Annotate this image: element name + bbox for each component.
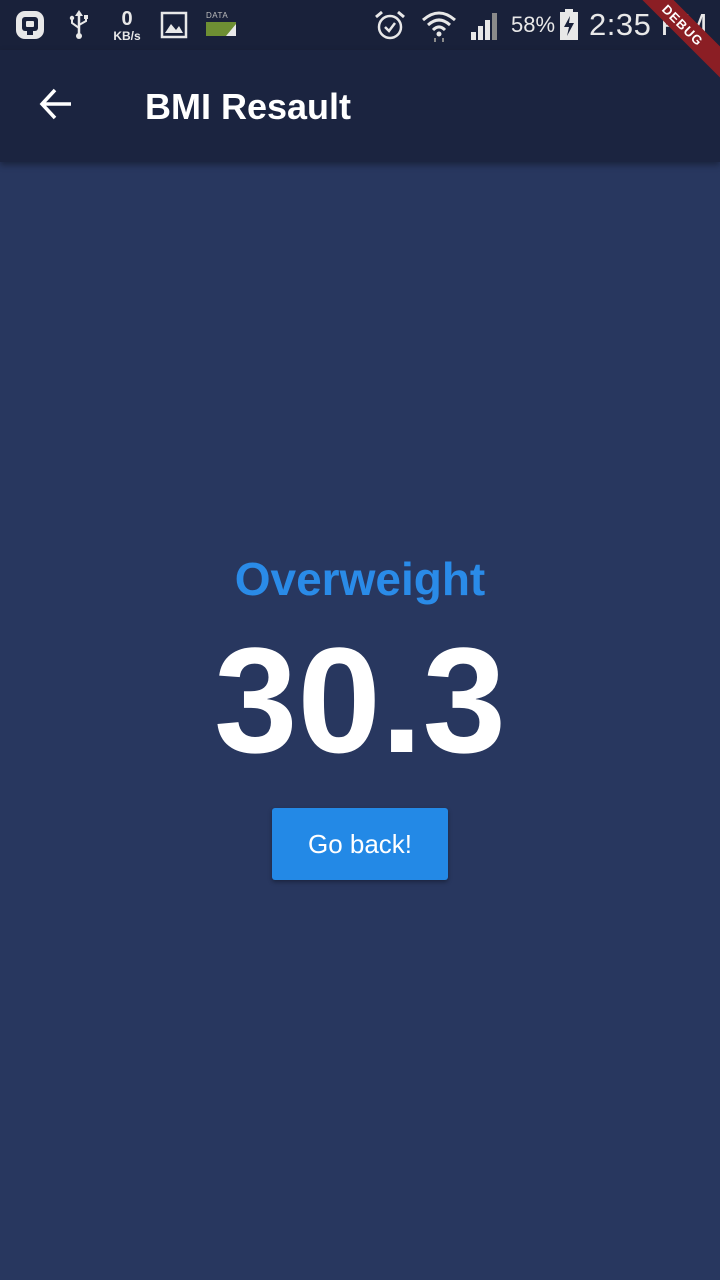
bmi-value: 30.3 bbox=[214, 616, 506, 784]
data-label: DATA bbox=[206, 11, 229, 20]
network-speed-unit: KB/s bbox=[113, 28, 141, 43]
app-bar: BMI Resault bbox=[0, 50, 720, 162]
battery-charging-icon bbox=[559, 9, 579, 41]
mobile-data-icon bbox=[206, 20, 236, 38]
status-bar: 0 KB/s DATA 58% 2:35 PM bbox=[0, 0, 720, 50]
alarm-icon bbox=[373, 8, 407, 42]
battery-percent: 58% bbox=[511, 12, 556, 37]
status-bar-left: 0 KB/s DATA bbox=[14, 0, 236, 50]
back-button[interactable] bbox=[26, 76, 86, 136]
network-speed-indicator: 0 KB/s bbox=[110, 9, 144, 42]
arrow-back-icon bbox=[38, 86, 74, 127]
wifi-icon bbox=[421, 8, 457, 42]
page-title: BMI Resault bbox=[145, 86, 352, 127]
usb-icon bbox=[68, 10, 90, 40]
signal-icon bbox=[469, 10, 501, 40]
bmi-category-label: Overweight bbox=[234, 553, 486, 605]
mobile-data-indicator: DATA bbox=[206, 12, 236, 38]
go-back-button[interactable]: Go back! bbox=[272, 808, 448, 880]
gallery-icon bbox=[160, 11, 188, 39]
network-speed-value: 0 bbox=[121, 7, 133, 30]
app-notification-icon bbox=[14, 9, 46, 41]
